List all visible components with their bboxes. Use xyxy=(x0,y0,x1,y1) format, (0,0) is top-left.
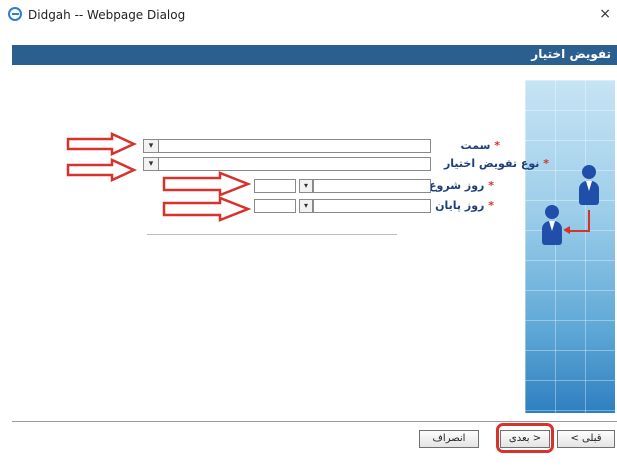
position-label: * سمت xyxy=(461,139,500,152)
end-day-label-text: روز پایان xyxy=(435,199,485,212)
start-date-dropdown[interactable]: ▾ xyxy=(299,179,313,193)
dialog-title: تفویض اختیار xyxy=(531,47,611,61)
window-titlebar: Didgah -- Webpage Dialog × xyxy=(0,0,617,30)
required-mark: * xyxy=(543,157,549,170)
delegation-arrow-icon xyxy=(568,210,590,232)
side-illustration xyxy=(525,80,615,413)
chevron-down-icon[interactable]: ▾ xyxy=(144,140,159,152)
illustration-grid xyxy=(525,80,615,413)
person-icon xyxy=(579,165,599,205)
required-mark: * xyxy=(488,199,494,212)
position-label-text: سمت xyxy=(460,139,491,152)
end-time-field[interactable] xyxy=(254,199,296,213)
arrow-head-icon xyxy=(563,226,570,234)
cancel-button[interactable]: انصراف xyxy=(419,430,479,448)
next-button-highlight xyxy=(496,423,554,453)
delegation-type-combobox[interactable]: ▾ xyxy=(143,157,431,171)
chevron-down-icon[interactable]: ▾ xyxy=(144,158,159,170)
window-title: Didgah -- Webpage Dialog xyxy=(28,8,186,22)
start-day-label: * روز شروع xyxy=(429,179,494,192)
close-button[interactable]: × xyxy=(599,6,611,22)
form-separator xyxy=(147,234,397,235)
end-date-dropdown[interactable]: ▾ xyxy=(299,199,313,213)
previous-button[interactable]: < قبلی xyxy=(557,430,615,448)
delegation-type-label: * نوع تفویض اختیار xyxy=(444,157,549,170)
delegation-type-label-text: نوع تفویض اختیار xyxy=(443,157,540,170)
end-date-field[interactable] xyxy=(313,199,431,213)
dialog-header: تفویض اختیار xyxy=(12,45,617,65)
required-mark: * xyxy=(494,139,500,152)
annotation-arrow-icon xyxy=(66,158,138,182)
annotation-arrow-icon xyxy=(162,171,252,197)
start-date-field[interactable] xyxy=(313,179,431,193)
end-day-label: * روز پایان xyxy=(435,199,494,212)
start-time-field[interactable] xyxy=(254,179,296,193)
footer-separator xyxy=(12,421,617,422)
person-icon xyxy=(542,205,562,245)
position-combobox[interactable]: ▾ xyxy=(143,139,431,153)
start-day-label-text: روز شروع xyxy=(429,179,485,192)
internet-explorer-icon xyxy=(8,7,22,21)
annotation-arrow-icon xyxy=(162,196,252,222)
required-mark: * xyxy=(488,179,494,192)
annotation-arrow-icon xyxy=(66,132,138,156)
